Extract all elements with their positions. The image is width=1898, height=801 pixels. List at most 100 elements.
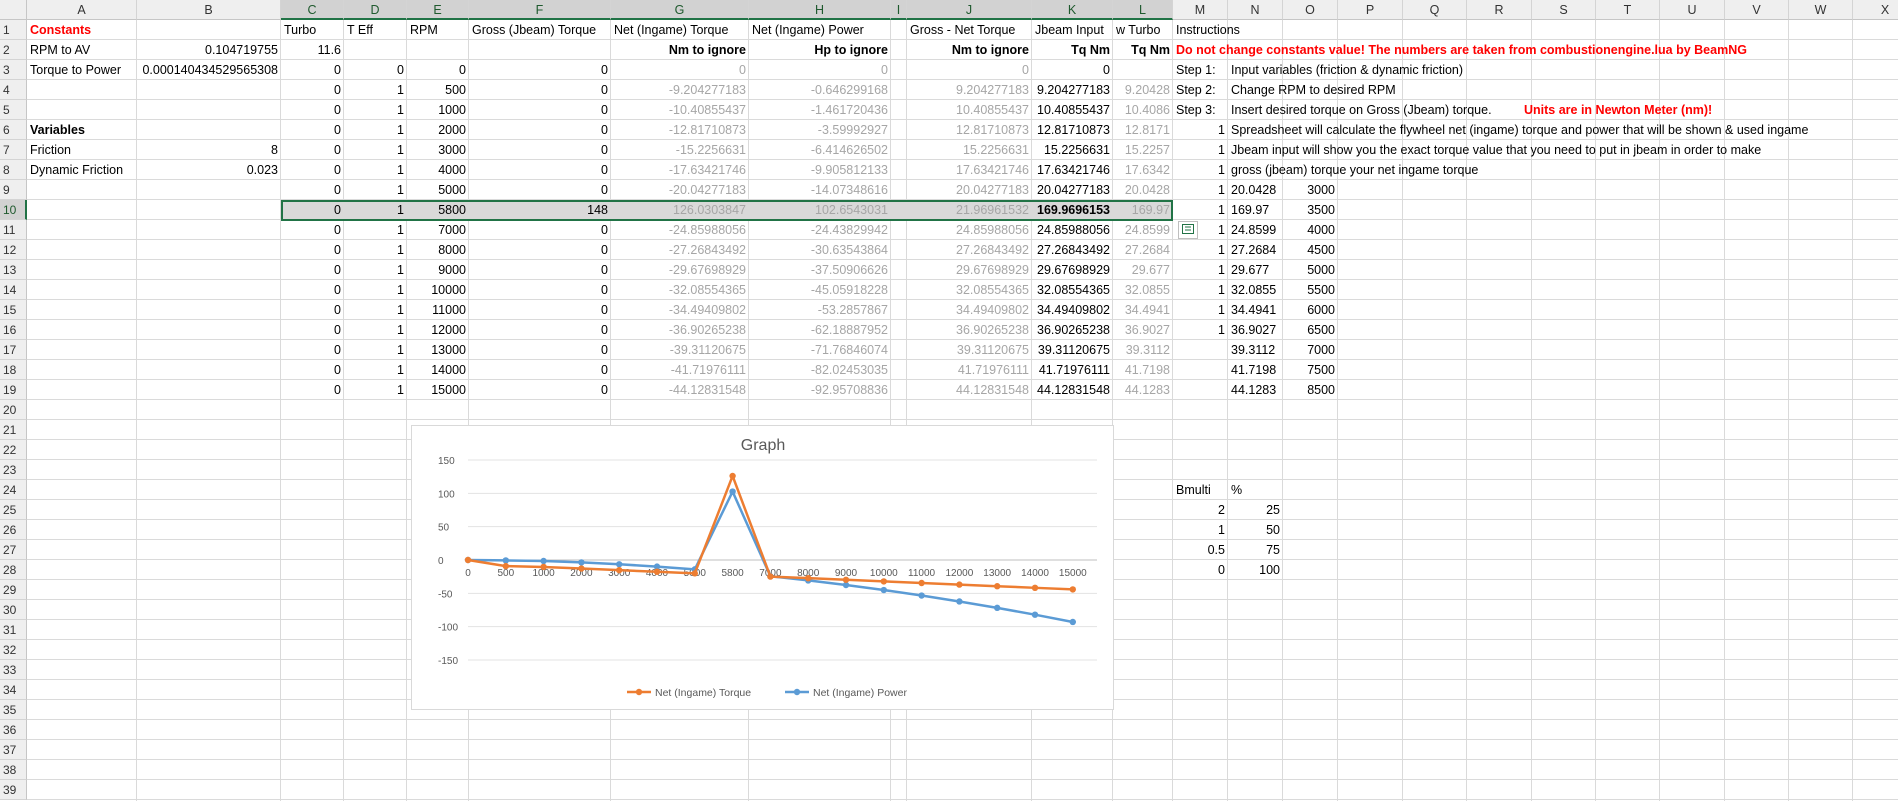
cell-m10[interactable]: 1	[1173, 200, 1228, 220]
cell-m8[interactable]: 1	[1173, 160, 1228, 180]
cell-m16[interactable]: 1	[1173, 320, 1228, 340]
cell-k12[interactable]: 27.26843492	[1032, 240, 1113, 260]
cell-h1[interactable]: Net (Ingame) Power	[749, 20, 891, 40]
cell-n4[interactable]: Change RPM to desired RPM	[1228, 80, 1396, 100]
row-header-21[interactable]: 21	[0, 420, 27, 440]
cell-m13[interactable]: 1	[1173, 260, 1228, 280]
cell-d7[interactable]: 1	[344, 140, 407, 160]
cell-j16[interactable]: 36.90265238	[907, 320, 1032, 340]
cell-b2[interactable]: 0.104719755	[137, 40, 281, 60]
column-header-i[interactable]: I	[891, 0, 907, 20]
cell-g8[interactable]: -17.63421746	[611, 160, 749, 180]
column-header-n[interactable]: N	[1228, 0, 1283, 20]
cell-f8[interactable]: 0	[469, 160, 611, 180]
cell-g5[interactable]: -10.40855437	[611, 100, 749, 120]
cell-e3[interactable]: 0	[407, 60, 469, 80]
cell-l9[interactable]: 20.0428	[1113, 180, 1173, 200]
row-header-27[interactable]: 27	[0, 540, 27, 560]
cell-h17[interactable]: -71.76846074	[749, 340, 891, 360]
cell-c17[interactable]: 0	[281, 340, 344, 360]
cell-f11[interactable]: 0	[469, 220, 611, 240]
column-header-o[interactable]: O	[1283, 0, 1338, 20]
cell-k5[interactable]: 10.40855437	[1032, 100, 1113, 120]
cell-k3[interactable]: 0	[1032, 60, 1113, 80]
cell-h13[interactable]: -37.50906626	[749, 260, 891, 280]
cell-m24[interactable]: Bmulti	[1173, 480, 1228, 500]
cell-n9[interactable]: 20.0428	[1228, 180, 1283, 200]
column-header-e[interactable]: E	[407, 0, 469, 20]
cell-e10[interactable]: 5800	[407, 200, 469, 220]
row-header-22[interactable]: 22	[0, 440, 27, 460]
cell-g13[interactable]: -29.67698929	[611, 260, 749, 280]
row-header-5[interactable]: 5	[0, 100, 27, 120]
cell-d8[interactable]: 1	[344, 160, 407, 180]
cell-f9[interactable]: 0	[469, 180, 611, 200]
cell-g1[interactable]: Net (Ingame) Torque	[611, 20, 749, 40]
column-header-h[interactable]: H	[749, 0, 891, 20]
cell-j1[interactable]: Gross - Net Torque	[907, 20, 1032, 40]
column-header-b[interactable]: B	[137, 0, 281, 20]
cell-d16[interactable]: 1	[344, 320, 407, 340]
column-header-c[interactable]: C	[281, 0, 344, 20]
cell-g16[interactable]: -36.90265238	[611, 320, 749, 340]
cell-m4[interactable]: Step 2:	[1173, 80, 1228, 100]
cell-f4[interactable]: 0	[469, 80, 611, 100]
cell-o12[interactable]: 4500	[1283, 240, 1338, 260]
cell-f16[interactable]: 0	[469, 320, 611, 340]
cell-n19[interactable]: 44.1283	[1228, 380, 1283, 400]
cell-o9[interactable]: 3000	[1283, 180, 1338, 200]
column-header-d[interactable]: D	[344, 0, 407, 20]
row-header-28[interactable]: 28	[0, 560, 27, 580]
cell-k1[interactable]: Jbeam Input	[1032, 20, 1113, 40]
cell-l15[interactable]: 34.4941	[1113, 300, 1173, 320]
column-header-u[interactable]: U	[1660, 0, 1725, 20]
cell-j10[interactable]: 21.96961532	[907, 200, 1032, 220]
row-header-17[interactable]: 17	[0, 340, 27, 360]
cell-k16[interactable]: 36.90265238	[1032, 320, 1113, 340]
row-header-18[interactable]: 18	[0, 360, 27, 380]
cell-h10[interactable]: 102.6543031	[749, 200, 891, 220]
cell-g9[interactable]: -20.04277183	[611, 180, 749, 200]
cell-d1[interactable]: T Eff	[344, 20, 407, 40]
cell-n11[interactable]: 24.8599	[1228, 220, 1283, 240]
cell-k6[interactable]: 12.81710873	[1032, 120, 1113, 140]
cell-j2[interactable]: Nm to ignore	[907, 40, 1032, 60]
cell-j18[interactable]: 41.71976111	[907, 360, 1032, 380]
cell-f3[interactable]: 0	[469, 60, 611, 80]
cell-j13[interactable]: 29.67698929	[907, 260, 1032, 280]
column-header-j[interactable]: J	[907, 0, 1032, 20]
cell-m7[interactable]: 1	[1173, 140, 1228, 160]
cell-h3[interactable]: 0	[749, 60, 891, 80]
cell-f14[interactable]: 0	[469, 280, 611, 300]
row-header-3[interactable]: 3	[0, 60, 27, 80]
row-header-16[interactable]: 16	[0, 320, 27, 340]
cell-k8[interactable]: 17.63421746	[1032, 160, 1113, 180]
column-header-f[interactable]: F	[469, 0, 611, 20]
column-header-q[interactable]: Q	[1403, 0, 1467, 20]
cell-e8[interactable]: 4000	[407, 160, 469, 180]
cell-j15[interactable]: 34.49409802	[907, 300, 1032, 320]
cell-c8[interactable]: 0	[281, 160, 344, 180]
cell-f1[interactable]: Gross (Jbeam) Torque	[469, 20, 611, 40]
cell-g7[interactable]: -15.2256631	[611, 140, 749, 160]
row-header-12[interactable]: 12	[0, 240, 27, 260]
cell-k17[interactable]: 39.31120675	[1032, 340, 1113, 360]
cell-n12[interactable]: 27.2684	[1228, 240, 1283, 260]
column-header-l[interactable]: L	[1113, 0, 1173, 20]
cell-l13[interactable]: 29.677	[1113, 260, 1173, 280]
cell-g4[interactable]: -9.204277183	[611, 80, 749, 100]
row-header-10[interactable]: 10	[0, 200, 27, 220]
column-header-g[interactable]: G	[611, 0, 749, 20]
row-header-13[interactable]: 13	[0, 260, 27, 280]
cell-m6[interactable]: 1	[1173, 120, 1228, 140]
cell-d15[interactable]: 1	[344, 300, 407, 320]
cell-f5[interactable]: 0	[469, 100, 611, 120]
cell-l10[interactable]: 169.97	[1113, 200, 1173, 220]
cell-l5[interactable]: 10.4086	[1113, 100, 1173, 120]
cell-n14[interactable]: 32.0855	[1228, 280, 1283, 300]
cell-h16[interactable]: -62.18887952	[749, 320, 891, 340]
row-header-35[interactable]: 35	[0, 700, 27, 720]
column-header-w[interactable]: W	[1789, 0, 1853, 20]
cell-d12[interactable]: 1	[344, 240, 407, 260]
row-header-7[interactable]: 7	[0, 140, 27, 160]
